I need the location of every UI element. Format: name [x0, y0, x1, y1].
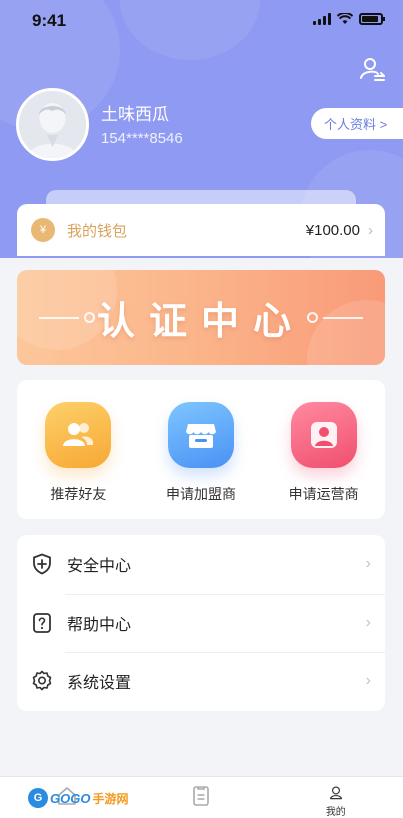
chevron-right-icon: › — [365, 613, 371, 631]
friends-icon — [45, 402, 112, 468]
user-icon — [329, 786, 342, 800]
menu-label: 系统设置 — [67, 675, 132, 693]
menu-item-help-center[interactable]: 帮助中心 › — [17, 593, 385, 653]
user-name: 土味西瓜 — [101, 105, 169, 124]
user-phone: 154****8546 — [101, 130, 183, 147]
banner-dot-left — [84, 312, 95, 323]
gear-icon — [31, 670, 53, 692]
status-time: 9:41 — [32, 11, 67, 30]
wallet-label: 我的钱包 — [67, 222, 128, 240]
help-icon — [31, 612, 53, 634]
wallet-balance: ¥100.00 — [305, 221, 360, 239]
watermark-logo: G — [28, 788, 48, 808]
profile-details-button[interactable]: 个人资料 > — [311, 108, 403, 139]
wallet-row[interactable]: ¥ 我的钱包 ¥100.00 › — [17, 204, 385, 256]
verification-center-banner[interactable]: 认证中心 — [17, 270, 385, 365]
menu-item-system-settings[interactable]: 系统设置 › — [17, 652, 385, 711]
chevron-right-icon: › — [365, 555, 371, 573]
banner-title: 认证中心 — [96, 301, 305, 343]
service-label: 申请运营商 — [288, 486, 359, 502]
tab-orders[interactable] — [134, 777, 268, 818]
status-icons — [313, 13, 385, 25]
watermark-text-secondary: 手游网 — [92, 791, 129, 806]
site-watermark: G GOGO 手游网 — [28, 788, 128, 808]
banner-decoration — [307, 300, 385, 365]
avatar-placeholder-icon — [19, 91, 86, 158]
operator-icon — [290, 402, 357, 468]
menu-label: 帮助中心 — [67, 616, 132, 634]
services-card: 推荐好友 申请加盟商 申请运营商 — [17, 380, 385, 519]
tab-label: 我的 — [325, 807, 346, 818]
wifi-icon — [337, 13, 353, 24]
settings-menu: 安全中心 › 帮助中心 › 系统设置 › — [17, 535, 385, 711]
service-apply-franchise[interactable]: 申请加盟商 — [140, 380, 263, 519]
service-label: 推荐好友 — [50, 486, 107, 502]
service-apply-operator[interactable]: 申请运营商 — [262, 380, 385, 519]
chevron-right-icon: › — [365, 672, 371, 690]
orders-icon — [193, 786, 210, 806]
service-recommend-friends[interactable]: 推荐好友 — [17, 380, 140, 519]
status-bar: 9:41 — [0, 0, 403, 40]
service-label: 申请加盟商 — [166, 486, 236, 502]
watermark-text: GOGO — [50, 790, 91, 806]
banner-dot-right — [307, 312, 318, 323]
tab-mine[interactable]: 我的 — [269, 777, 403, 818]
banner-line-right — [323, 317, 363, 319]
store-icon — [168, 402, 234, 468]
shield-plus-icon — [31, 553, 53, 575]
avatar[interactable] — [16, 88, 89, 161]
battery-icon — [359, 13, 385, 25]
chevron-right-icon: › — [368, 221, 373, 239]
signal-icon — [313, 13, 331, 25]
banner-line-left — [39, 317, 79, 319]
money-bag-icon: ¥ — [31, 218, 55, 242]
menu-item-security-center[interactable]: 安全中心 › — [17, 535, 385, 594]
switch-account-icon[interactable] — [358, 55, 386, 83]
menu-label: 安全中心 — [67, 558, 132, 576]
